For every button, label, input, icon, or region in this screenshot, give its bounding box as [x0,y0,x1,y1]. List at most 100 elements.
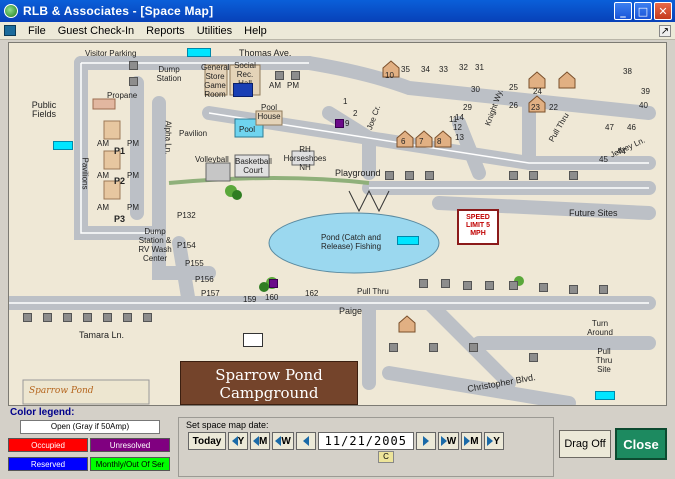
site-7[interactable]: 7 [419,137,423,146]
close-button[interactable]: Close [615,428,667,460]
site-14[interactable]: 14 [455,113,464,122]
site-gray[interactable] [103,313,112,322]
site-gray[interactable] [389,343,398,352]
site-cyan-top[interactable] [187,48,211,57]
close-window-button[interactable]: ✕ [654,2,672,20]
prev-month-button[interactable]: M [250,432,271,450]
restore-icon[interactable]: ↗ [659,25,671,37]
site-1[interactable]: 1 [343,97,347,106]
site-gray[interactable] [569,171,578,180]
site-160[interactable]: 160 [265,293,278,302]
site-gray[interactable] [425,171,434,180]
site-gray[interactable] [529,171,538,180]
site-gray[interactable] [143,313,152,322]
site-26[interactable]: 26 [509,101,518,110]
date-nav-row: Today Y M W 11/21/2005 W M Y [188,432,504,450]
site-47[interactable]: 47 [605,123,614,132]
site-33[interactable]: 33 [439,65,448,74]
minimize-button[interactable]: _ [614,2,632,20]
site-25[interactable]: 25 [509,83,518,92]
site-12[interactable]: 12 [453,123,462,132]
site-29[interactable]: 29 [463,103,472,112]
site-gray[interactable] [43,313,52,322]
label-p3: P3 [114,214,126,224]
site-13[interactable]: 13 [455,133,464,142]
drag-off-button[interactable]: Drag Off [559,430,611,458]
label-pull-thru-site: Pull Thru Site [595,347,613,374]
site-gray[interactable] [275,71,284,80]
next-week-button[interactable]: W [437,432,460,450]
site-purple-158[interactable] [269,279,278,288]
site-2[interactable]: 2 [353,109,357,118]
site-p156[interactable]: P156 [195,275,214,284]
site-gray[interactable] [599,285,608,294]
site-gray[interactable] [23,313,32,322]
site-46[interactable]: 46 [627,123,636,132]
site-8[interactable]: 8 [437,137,441,146]
site-45[interactable]: 45 [599,155,608,164]
site-cyan-pond[interactable] [397,236,419,245]
site-p155[interactable]: P155 [185,259,204,268]
label-pull-thru-mid: Pull Thru [357,287,389,296]
menu-utilities[interactable]: Utilities [191,25,238,37]
menu-reports[interactable]: Reports [140,25,191,37]
site-gray[interactable] [129,77,138,86]
prev-week-button[interactable]: W [272,432,294,450]
site-cyan-left[interactable] [53,141,73,150]
site-gray[interactable] [485,281,494,290]
site-39[interactable]: 39 [641,87,650,96]
space-map[interactable]: Visitor Parking Dump Station General Sto… [8,42,667,406]
site-40[interactable]: 40 [639,101,648,110]
date-field[interactable]: 11/21/2005 [317,432,414,450]
site-10[interactable]: 10 [385,71,394,80]
site-35[interactable]: 35 [401,65,410,74]
prev-day-button[interactable] [295,432,316,450]
site-162[interactable]: 162 [305,289,318,298]
site-p154[interactable]: P154 [177,241,196,250]
menu-guest-check-in[interactable]: Guest Check-In [52,25,140,37]
year-label: Y [237,435,245,447]
site-purple-9[interactable] [335,119,344,128]
site-34[interactable]: 34 [421,65,430,74]
next-day-button[interactable] [415,432,436,450]
site-9[interactable]: 9 [345,119,349,128]
site-gray[interactable] [469,343,478,352]
prev-year-button[interactable]: Y [228,432,248,450]
site-gray[interactable] [63,313,72,322]
site-p157[interactable]: P157 [201,289,220,298]
site-gray[interactable] [291,71,300,80]
today-button[interactable]: Today [188,432,226,450]
site-gray[interactable] [385,171,394,180]
site-32[interactable]: 32 [459,63,468,72]
maximize-button[interactable]: □ [634,2,652,20]
site-gray[interactable] [529,353,538,362]
site-gray[interactable] [441,279,450,288]
site-p132[interactable]: P132 [177,211,196,220]
site-22[interactable]: 22 [549,103,558,112]
menu-file[interactable]: File [22,25,52,37]
next-month-button[interactable]: M [461,432,482,450]
site-31[interactable]: 31 [475,63,484,72]
next-year-button[interactable]: Y [483,432,504,450]
menu-help[interactable]: Help [238,25,273,37]
calendar-button[interactable]: C [378,451,394,463]
site-gray[interactable] [123,313,132,322]
site-gray[interactable] [405,171,414,180]
site-gray[interactable] [509,281,518,290]
site-gray[interactable] [539,283,548,292]
site-159[interactable]: 159 [243,295,256,304]
site-gray[interactable] [129,61,138,70]
site-44[interactable]: 44 [617,147,626,156]
site-38[interactable]: 38 [623,67,632,76]
site-23[interactable]: 23 [531,103,540,112]
site-gray[interactable] [463,281,472,290]
site-gray[interactable] [83,313,92,322]
site-gray[interactable] [429,343,438,352]
site-6[interactable]: 6 [401,137,405,146]
site-24[interactable]: 24 [533,87,542,96]
site-cyan-bottom[interactable] [595,391,615,400]
site-gray[interactable] [509,171,518,180]
site-30[interactable]: 30 [471,85,480,94]
site-gray[interactable] [419,279,428,288]
site-gray[interactable] [569,285,578,294]
